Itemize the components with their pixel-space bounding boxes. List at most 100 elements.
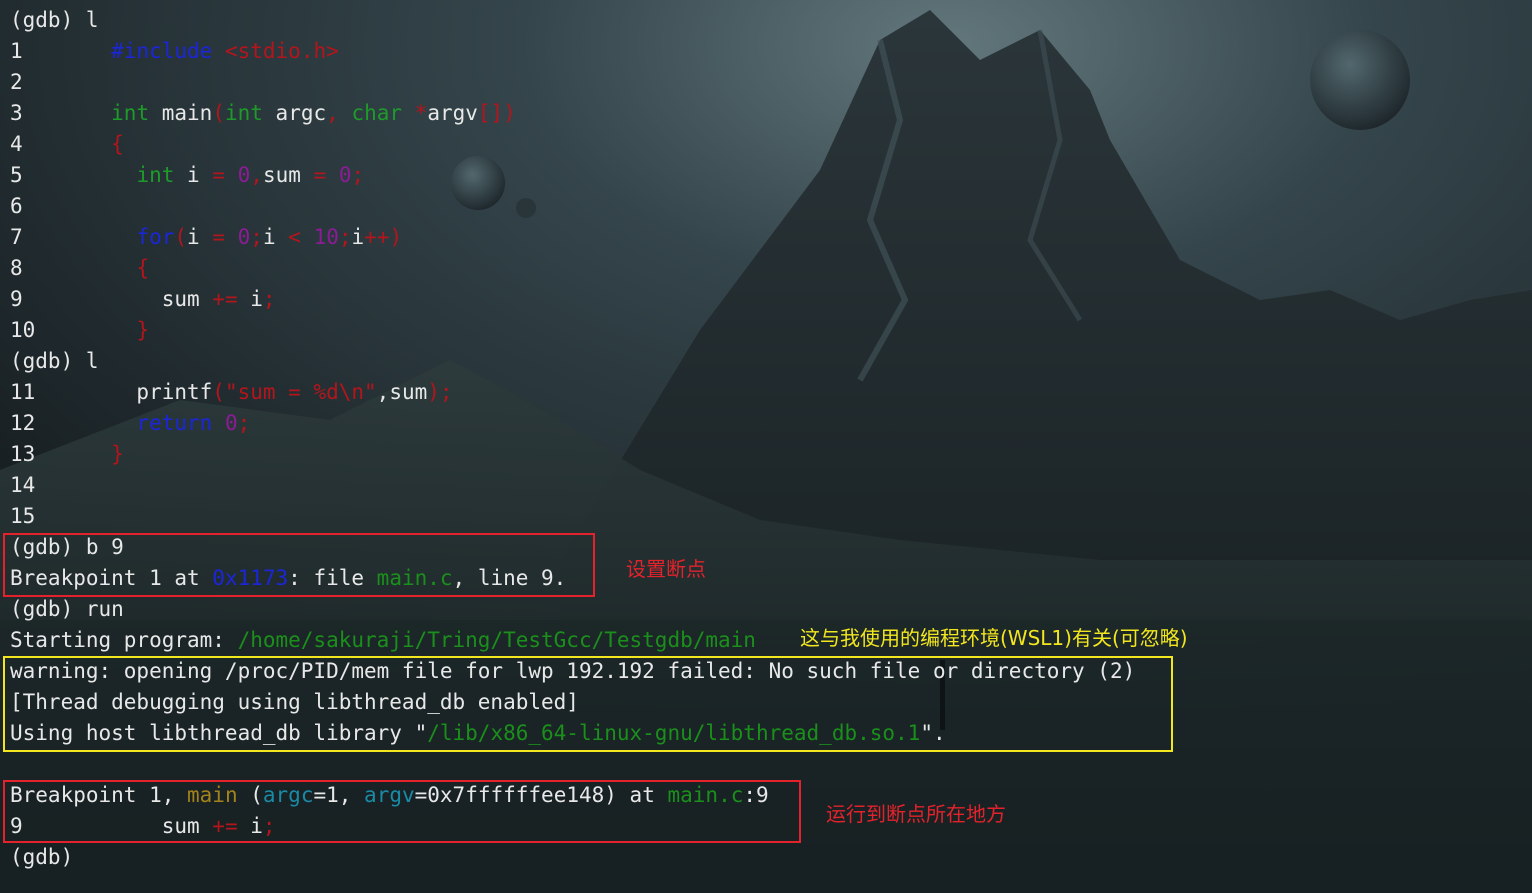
terminal-text-segment: 0 — [237, 163, 251, 187]
terminal-text-segment: ; — [338, 225, 352, 249]
terminal-text-segment: , — [250, 163, 263, 187]
terminal-text-segment: { — [136, 256, 150, 280]
terminal-line: 5 int i = 0,sum = 0; — [10, 160, 364, 191]
terminal-text-segment: ; — [237, 411, 251, 435]
terminal-line: (gdb) — [10, 842, 73, 873]
terminal-text-segment: sum — [262, 163, 314, 187]
terminal-text-segment: = — [212, 225, 225, 249]
terminal-text-segment: 3 — [10, 101, 112, 125]
terminal-text-segment: 15 — [10, 504, 36, 528]
terminal-text-segment: (gdb) l — [10, 8, 99, 32]
terminal-text-segment: = — [313, 163, 327, 187]
terminal-text-segment: <stdio.h> — [224, 39, 339, 63]
terminal-text-segment: ; — [351, 163, 365, 187]
terminal-text-segment: ( — [174, 225, 188, 249]
terminal-text-segment: < — [288, 225, 301, 249]
terminal-line: 3 int main(int argc, char *argv[]) — [10, 98, 516, 129]
terminal-text-segment: ,sum — [376, 380, 428, 404]
terminal-line: (gdb) l — [10, 5, 99, 36]
terminal-text-segment: (gdb) l — [10, 349, 99, 373]
terminal-line: 10 } — [10, 315, 149, 346]
terminal-line: 4 { — [10, 129, 124, 160]
breakpoint-set-highlight — [3, 533, 595, 597]
terminal-text-segment: ; — [250, 225, 263, 249]
terminal-text-segment: ( — [212, 101, 225, 125]
terminal-line: 15 — [10, 501, 35, 532]
terminal-text-segment: , — [326, 101, 339, 125]
terminal-text-segment: []) — [477, 101, 516, 125]
breakpoint-hit-highlight — [3, 780, 801, 843]
annotation-set-breakpoint: 设置断点 — [626, 557, 706, 581]
terminal-text-segment: 0 — [224, 411, 238, 435]
terminal-text-segment: 0 — [338, 163, 352, 187]
terminal-line: 11 printf("sum = %d\n",sum); — [10, 377, 453, 408]
annotation-wsl-note: 这与我使用的编程环境(WSL1)有关(可忽略) — [800, 626, 1188, 650]
terminal-text-segment: 2 — [10, 70, 23, 94]
terminal-text-segment: 9 sum — [10, 287, 213, 311]
terminal-text-segment: argc — [262, 101, 327, 125]
terminal-text-segment: } — [111, 442, 124, 466]
terminal-text-segment: * — [414, 101, 428, 125]
terminal-text-segment: char — [351, 101, 403, 125]
terminal-text-segment: 7 — [10, 225, 137, 249]
terminal-line: 9 sum += i; — [10, 284, 276, 315]
terminal-text-segment: argv — [427, 101, 478, 125]
terminal-line: 14 — [10, 470, 35, 501]
terminal-line: 13 } — [10, 439, 124, 470]
terminal-text-segment: ); — [427, 380, 453, 404]
terminal-line: 2 — [10, 67, 23, 98]
terminal-text-segment: (gdb) — [10, 845, 74, 869]
terminal-output: (gdb) l1 #include <stdio.h> 2 3 int main(i… — [0, 0, 1532, 893]
terminal-line: 12 return 0; — [10, 408, 250, 439]
annotation-run-to-breakpoint: 运行到断点所在地方 — [826, 802, 1006, 826]
terminal-text-segment: 11 printf — [10, 380, 213, 404]
terminal-text-segment: 5 — [10, 163, 137, 187]
terminal-text-segment: i — [174, 163, 213, 187]
terminal-text-segment: /home/sakuraji/Tring/TestGcc/Testgdb/mai… — [237, 628, 756, 652]
terminal-text-segment: for — [136, 225, 175, 249]
terminal-text-segment: 4 — [10, 132, 112, 156]
terminal-text-segment: 13 — [10, 442, 112, 466]
terminal-line: (gdb) l — [10, 346, 99, 377]
terminal-text-segment: i — [262, 225, 289, 249]
terminal-text-segment: 0 — [237, 225, 251, 249]
terminal-text-segment: += — [212, 287, 238, 311]
wsl-warning-highlight — [3, 656, 1173, 752]
terminal-text-segment: #include — [111, 39, 213, 63]
terminal-text-segment: 14 — [10, 473, 36, 497]
terminal-text-segment: main — [149, 101, 213, 125]
terminal-line: Starting program: /home/sakuraji/Tring/T… — [10, 625, 756, 656]
terminal-text-segment: Starting program: — [10, 628, 238, 652]
terminal-text-segment: ("sum = %d\n" — [212, 380, 377, 404]
terminal-text-segment: int — [111, 101, 150, 125]
terminal-text-segment: (gdb) run — [10, 597, 124, 621]
terminal-text-segment: 1 — [10, 39, 112, 63]
terminal-text-segment: int — [136, 163, 175, 187]
terminal-text-segment: = — [212, 163, 225, 187]
terminal-text-segment: return — [136, 411, 213, 435]
terminal-text-segment: int — [224, 101, 263, 125]
terminal-line: 1 #include <stdio.h> — [10, 36, 339, 67]
terminal-text-segment: i — [351, 225, 365, 249]
terminal-text-segment: ; — [262, 287, 276, 311]
terminal-line: 6 — [10, 191, 23, 222]
terminal-text-segment: 10 — [313, 225, 339, 249]
terminal-text-segment: } — [136, 318, 150, 342]
terminal-text-segment: 10 — [10, 318, 137, 342]
terminal-text-segment: 6 — [10, 194, 23, 218]
terminal-text-segment: i — [237, 287, 263, 311]
terminal-text-segment: i — [187, 225, 213, 249]
terminal-line: 8 { — [10, 253, 149, 284]
terminal-text-segment: 8 — [10, 256, 137, 280]
terminal-text-segment: 12 — [10, 411, 137, 435]
terminal-line: (gdb) run — [10, 594, 124, 625]
terminal-text-segment: ++) — [364, 225, 403, 249]
terminal-text-segment: { — [111, 132, 124, 156]
